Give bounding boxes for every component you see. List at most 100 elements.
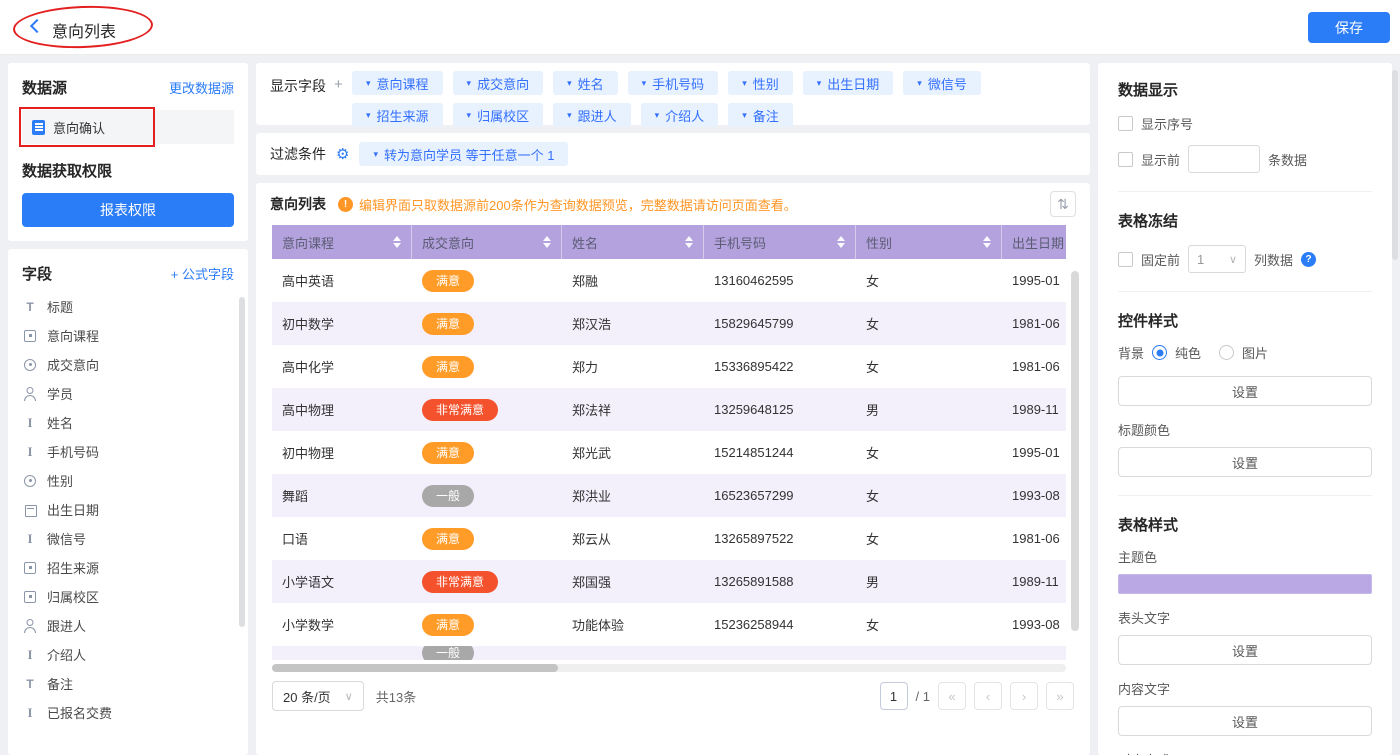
field-chip[interactable]: ▾跟进人 — [553, 103, 631, 127]
report-permission-button[interactable]: 报表权限 — [22, 193, 234, 227]
theme-color-swatch[interactable] — [1118, 574, 1372, 594]
current-page-input[interactable]: 1 — [880, 682, 908, 710]
table-horizontal-scrollbar[interactable] — [272, 664, 558, 672]
field-chip[interactable]: ▾性别 — [728, 71, 793, 95]
field-item-follower[interactable]: 跟进人 — [22, 611, 234, 640]
field-chip[interactable]: ▾手机号码 — [628, 71, 719, 95]
field-chip[interactable]: ▾备注 — [728, 103, 793, 127]
table-row[interactable]: 初中数学 满意 郑汉浩 15829645799 女 1981-06 — [272, 302, 1066, 345]
content-text-set-button[interactable]: 设置 — [1118, 706, 1372, 736]
back-icon[interactable] — [30, 19, 44, 33]
field-item-student[interactable]: 学员 — [22, 379, 234, 408]
sort-icon[interactable] — [685, 236, 693, 248]
table-row[interactable]: 舞蹈 一般 郑洪业 16523657299 女 1993-08 — [272, 474, 1066, 517]
last-page-button[interactable]: » — [1046, 682, 1074, 710]
table-row-partial[interactable]: 一般 — [272, 646, 1066, 660]
cell-phone — [704, 646, 856, 660]
page-title[interactable]: 意向列表 — [52, 18, 116, 42]
cell-intent: 一般 — [412, 646, 562, 660]
table-row[interactable]: 高中英语 满意 郑融 13160462595 女 1995-01 — [272, 259, 1066, 302]
field-item-name[interactable]: 姓名 — [22, 408, 234, 437]
gear-icon[interactable]: ⚙ — [336, 145, 349, 163]
next-page-button[interactable]: › — [1010, 682, 1038, 710]
field-item-title[interactable]: 标题 — [22, 292, 234, 321]
show-first-checkbox[interactable] — [1118, 152, 1133, 167]
field-item-phone[interactable]: 手机号码 — [22, 437, 234, 466]
field-item-source[interactable]: 招生来源 — [22, 553, 234, 582]
field-item-remark[interactable]: 备注 — [22, 669, 234, 698]
show-index-checkbox[interactable] — [1118, 116, 1133, 131]
save-button[interactable]: 保存 — [1308, 12, 1390, 43]
sort-icon[interactable] — [543, 236, 551, 248]
table-row[interactable]: 高中化学 满意 郑力 15336895422 女 1981-06 — [272, 345, 1066, 388]
datasource-item[interactable]: 意向确认 — [22, 110, 234, 144]
table-vertical-scrollbar[interactable] — [1071, 271, 1079, 631]
field-chip[interactable]: ▾意向课程 — [352, 71, 443, 95]
field-item-birthday[interactable]: 出生日期 — [22, 495, 234, 524]
show-first-count-input[interactable] — [1188, 145, 1260, 173]
table-row[interactable]: 小学语文 非常满意 郑国强 13265891588 男 1989-11 — [272, 560, 1066, 603]
status-badge: 满意 — [422, 442, 474, 464]
field-chip[interactable]: ▾姓名 — [553, 71, 618, 95]
field-chip[interactable]: ▾成交意向 — [453, 71, 544, 95]
status-badge: 满意 — [422, 313, 474, 335]
fields-scrollbar[interactable] — [239, 297, 245, 627]
table-horizontal-scrollbar-track — [272, 664, 1066, 672]
table-row[interactable]: 口语 满意 郑云从 13265897522 女 1981-06 — [272, 517, 1066, 560]
align-label: 对齐方式 — [1118, 750, 1372, 755]
header-text-set-button[interactable]: 设置 — [1118, 635, 1372, 665]
image-radio[interactable] — [1219, 345, 1234, 360]
help-icon[interactable]: ? — [1301, 252, 1316, 267]
freeze-count-value: 1 — [1197, 252, 1204, 267]
background-set-button[interactable]: 设置 — [1118, 376, 1372, 406]
column-header[interactable]: 意向课程 — [272, 225, 412, 259]
sort-order-button[interactable]: ⇅ — [1050, 191, 1076, 217]
page-scrollbar[interactable] — [1392, 70, 1398, 260]
column-header[interactable]: 成交意向 — [412, 225, 562, 259]
add-display-field-button[interactable]: + — [334, 76, 343, 93]
display-field-chips: ▾意向课程 ▾成交意向 ▾姓名 ▾手机号码 ▾性别 ▾出生日期 ▾微信号 ▾招生… — [352, 71, 992, 117]
field-item-campus[interactable]: 归属校区 — [22, 582, 234, 611]
field-item-gender[interactable]: 性别 — [22, 466, 234, 495]
column-header[interactable]: 姓名 — [562, 225, 704, 259]
text-field-icon — [22, 444, 38, 460]
column-header[interactable]: 出生日期 — [1002, 225, 1066, 259]
column-label: 性别 — [866, 233, 892, 252]
field-item-deal-intent[interactable]: 成交意向 — [22, 350, 234, 379]
column-label: 手机号码 — [714, 233, 766, 252]
field-chip[interactable]: ▾出生日期 — [803, 71, 894, 95]
field-chip[interactable]: ▾介绍人 — [641, 103, 719, 127]
chip-label: 介绍人 — [665, 106, 704, 125]
notice-text: 编辑界面只取数据源前200条作为查询数据预览，完整数据请访问页面查看。 — [359, 195, 797, 214]
field-item-intent-course[interactable]: 意向课程 — [22, 321, 234, 350]
cell-name: 郑法祥 — [562, 388, 704, 431]
freeze-count-select[interactable]: 1 ∨ — [1188, 245, 1246, 273]
date-icon — [22, 502, 38, 518]
add-formula-field-link[interactable]: + 公式字段 — [171, 264, 234, 283]
first-page-button[interactable]: « — [938, 682, 966, 710]
page-size-select[interactable]: 20 条/页 ∨ — [272, 681, 364, 711]
field-label: 意向课程 — [47, 326, 99, 345]
text-field-icon — [22, 531, 38, 547]
field-item-referrer[interactable]: 介绍人 — [22, 640, 234, 669]
prev-page-button[interactable]: ‹ — [974, 682, 1002, 710]
table-row[interactable]: 小学数学 满意 功能体验 15236258944 女 1993-08 — [272, 603, 1066, 646]
field-chip[interactable]: ▾微信号 — [903, 71, 981, 95]
column-header[interactable]: 手机号码 — [704, 225, 856, 259]
table-row[interactable]: 初中物理 满意 郑光武 15214851244 女 1995-01 — [272, 431, 1066, 474]
sort-icon[interactable] — [393, 236, 401, 248]
field-chip[interactable]: ▾招生来源 — [352, 103, 443, 127]
column-header[interactable]: 性别 — [856, 225, 1002, 259]
solid-color-radio[interactable] — [1152, 345, 1167, 360]
field-chip[interactable]: ▾归属校区 — [453, 103, 544, 127]
cell-gender: 女 — [856, 603, 1002, 646]
change-datasource-link[interactable]: 更改数据源 — [169, 78, 234, 97]
title-color-set-button[interactable]: 设置 — [1118, 447, 1372, 477]
field-item-paid[interactable]: 已报名交费 — [22, 698, 234, 727]
filter-chip[interactable]: ▾转为意向学员 等于任意一个 1 — [359, 142, 568, 166]
table-row[interactable]: 高中物理 非常满意 郑法祥 13259648125 男 1989-11 — [272, 388, 1066, 431]
sort-icon[interactable] — [983, 236, 991, 248]
field-item-wechat[interactable]: 微信号 — [22, 524, 234, 553]
sort-icon[interactable] — [837, 236, 845, 248]
freeze-columns-checkbox[interactable] — [1118, 252, 1133, 267]
